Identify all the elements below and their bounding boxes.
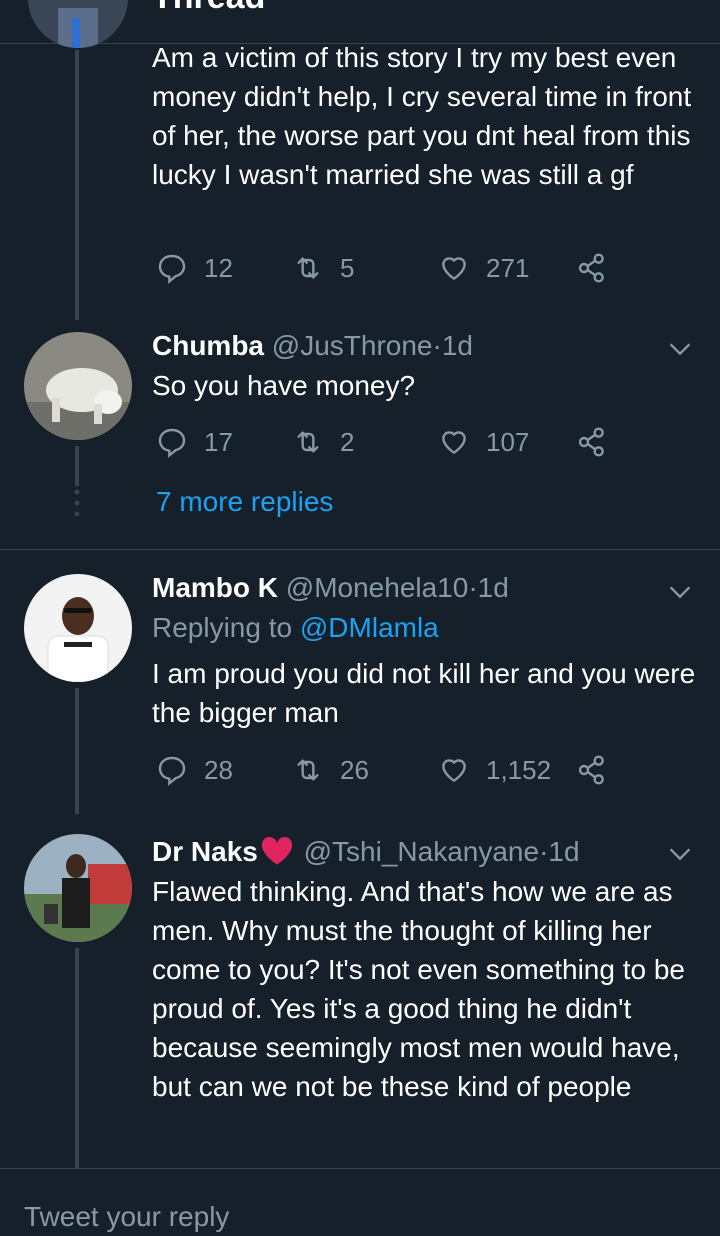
more-dots-icon — [74, 489, 80, 517]
heart-icon — [442, 759, 466, 782]
thread-line — [75, 446, 79, 486]
separator-dot: · — [539, 836, 549, 867]
reply-composer[interactable]: Tweet your reply — [0, 1168, 720, 1236]
retweet-button[interactable]: 2 — [292, 424, 354, 460]
share-icon — [578, 253, 604, 283]
tweet-actions: 17 2 107 — [156, 424, 626, 460]
tweet-text: Flawed thinking. And that's how we are a… — [152, 876, 685, 1102]
reply-count: 17 — [204, 426, 233, 457]
retweet-icon — [297, 257, 319, 279]
display-name[interactable]: Chumba — [152, 330, 264, 361]
reply-icon — [158, 428, 186, 458]
like-button[interactable]: 107 — [438, 424, 529, 460]
tweet-meta: Chumba @JusThrone·1d — [152, 328, 473, 364]
retweet-icon — [297, 759, 319, 781]
thread-line — [75, 50, 79, 320]
tweet-actions: 12 5 271 — [156, 250, 626, 286]
share-icon — [578, 755, 604, 785]
like-count: 107 — [486, 426, 530, 457]
reply-button[interactable]: 17 — [156, 424, 233, 460]
tweet-text: Am a victim of this story I try my best … — [152, 42, 692, 190]
reply-count: 28 — [204, 754, 233, 785]
retweet-button[interactable]: 26 — [292, 752, 369, 788]
share-button[interactable] — [576, 424, 624, 460]
chevron-down-icon[interactable] — [666, 335, 694, 363]
tweet-actions: 28 26 1,152 — [156, 752, 626, 788]
display-name[interactable]: Mambo K — [152, 572, 278, 603]
reply-button[interactable]: 28 — [156, 752, 233, 788]
divider — [0, 549, 720, 550]
timestamp[interactable]: 1d — [442, 330, 473, 361]
red-heart-emoji-icon — [261, 836, 292, 865]
retweet-icon — [297, 431, 319, 453]
page-title: Thread — [152, 0, 265, 17]
reply-count: 12 — [204, 252, 233, 283]
like-count: 1,152 — [486, 754, 552, 785]
retweet-count: 2 — [340, 426, 355, 457]
share-button[interactable] — [576, 250, 624, 286]
like-button[interactable]: 271 — [438, 250, 529, 286]
reply-placeholder[interactable]: Tweet your reply — [24, 1201, 229, 1233]
replying-to: Replying to @DMlamla — [152, 612, 439, 644]
share-icon — [578, 427, 604, 457]
user-handle[interactable]: @Tshi_Nakanyane — [304, 836, 539, 867]
reply-icon — [158, 254, 186, 284]
avatar[interactable] — [24, 834, 132, 942]
reply-button[interactable]: 12 — [156, 250, 233, 286]
user-handle[interactable]: @Monehela10 — [286, 572, 469, 603]
reply-icon — [158, 756, 186, 786]
tweet-meta: Dr Naks @Tshi_Nakanyane·1d — [152, 834, 580, 870]
separator-dot: · — [468, 572, 478, 603]
separator-dot: · — [432, 330, 442, 361]
replying-to-link[interactable]: @DMlamla — [300, 612, 439, 643]
avatar[interactable] — [24, 574, 132, 682]
timestamp[interactable]: 1d — [548, 836, 579, 867]
chevron-down-icon[interactable] — [666, 840, 694, 868]
chevron-down-icon[interactable] — [666, 578, 694, 606]
tweet-text: So you have money? — [152, 370, 416, 401]
thread-line — [75, 688, 79, 814]
replying-prefix: Replying to — [152, 612, 293, 643]
retweet-count: 5 — [340, 252, 355, 283]
timestamp[interactable]: 1d — [478, 572, 509, 603]
like-count: 271 — [486, 252, 530, 283]
thread-line — [75, 948, 79, 1168]
avatar[interactable] — [24, 332, 132, 440]
heart-icon — [442, 257, 466, 280]
tweet-text: I am proud you did not kill her and you … — [152, 658, 696, 728]
share-button[interactable] — [576, 752, 624, 788]
display-name[interactable]: Dr Naks — [152, 836, 258, 867]
tweet-meta: Mambo K @Monehela10·1d — [152, 570, 509, 606]
retweet-button[interactable]: 5 — [292, 250, 354, 286]
more-replies-link[interactable]: 7 more replies — [156, 486, 333, 518]
heart-icon — [442, 431, 466, 454]
user-handle[interactable]: @JusThrone — [272, 330, 433, 361]
like-button[interactable]: 1,152 — [438, 752, 551, 788]
retweet-count: 26 — [340, 754, 369, 785]
